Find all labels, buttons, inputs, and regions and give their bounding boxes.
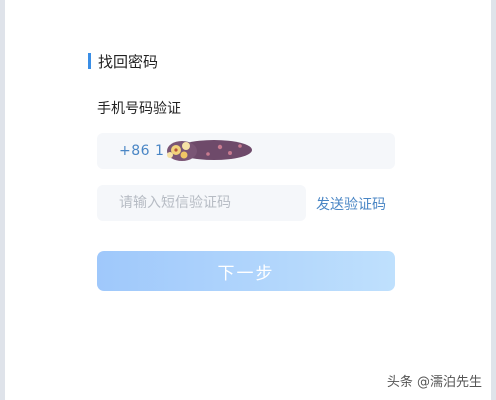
watermark-text: 头条 @濡泊先生 <box>386 375 482 390</box>
page-title: 找回密码 <box>98 52 159 71</box>
title-accent-bar <box>88 53 91 69</box>
phone-verify-label: 手机号码验证 <box>97 101 181 117</box>
next-step-button[interactable]: 下一步 <box>97 251 395 291</box>
phone-number-value: +86 1 <box>119 143 165 159</box>
frame-left-border <box>0 0 5 400</box>
privacy-mask-sticker-icon <box>167 140 252 161</box>
section-header: 找回密码 <box>88 50 158 72</box>
sms-code-input[interactable] <box>97 184 306 222</box>
sms-code-field[interactable] <box>97 184 306 222</box>
frame-right-border <box>491 0 496 400</box>
send-code-button[interactable]: 发送验证码 <box>316 194 386 214</box>
